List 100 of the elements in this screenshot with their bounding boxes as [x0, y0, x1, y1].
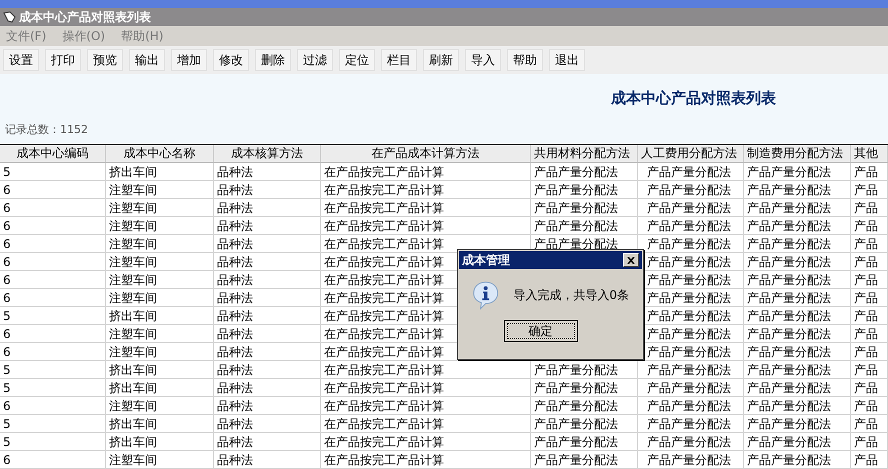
table-cell-text: 产品 — [853, 308, 879, 324]
toolbar-button[interactable]: 修改 — [213, 49, 249, 71]
table-cell-text: 产品产量分配法 — [746, 434, 832, 450]
table-cell-text: 在产品按完工产品计算 — [323, 326, 445, 342]
table-cell-text: 在产品按完工产品计算 — [323, 344, 445, 360]
table-cell-text: 在产品按完工产品计算 — [323, 452, 445, 468]
dialog-title: 成本管理 — [462, 252, 510, 269]
toolbar-button[interactable]: 帮助 — [507, 49, 543, 71]
column-header[interactable]: 共用材料分配方法 — [531, 145, 638, 162]
table-cell-text: 在产品按完工产品计算 — [323, 362, 445, 378]
table-cell-text: 注塑车间 — [108, 344, 158, 360]
table-cell-text: 5 — [2, 308, 12, 324]
table-cell-text: 品种法 — [216, 326, 254, 342]
column-header[interactable]: 成本核算方法 — [214, 145, 321, 162]
table-cell-text: 产品产量分配法 — [746, 290, 832, 306]
close-button[interactable] — [623, 253, 639, 267]
table-cell-text: 在产品按完工产品计算 — [323, 416, 445, 432]
table-cell-text: 产品产量分配法 — [533, 452, 619, 468]
table-cell-text: 6 — [2, 236, 12, 252]
table-cell-text: 产品产量分配法 — [746, 452, 832, 468]
table-cell-text: 注塑车间 — [108, 254, 158, 270]
toolbar-button[interactable]: 预览 — [87, 49, 123, 71]
table-cell-text: 在产品按完工产品计算 — [323, 380, 445, 396]
table-cell-text: 在产品按完工产品计算 — [323, 398, 445, 414]
toolbar-button[interactable]: 删除 — [255, 49, 291, 71]
table-cell-text: 注塑车间 — [108, 236, 158, 252]
table-cell-text: 产品产量分配法 — [746, 398, 832, 414]
table-cell-text: 产品产量分配法 — [746, 164, 832, 180]
table-cell-text: 品种法 — [216, 452, 254, 468]
table-cell-text: 6 — [2, 398, 12, 414]
column-header[interactable]: 成本中心编码 — [0, 145, 106, 162]
toolbar-button[interactable]: 打印 — [45, 49, 81, 71]
toolbar-button[interactable]: 输出 — [129, 49, 165, 71]
table-cell-text: 产品产量分配法 — [646, 362, 732, 378]
toolbar-button[interactable]: 栏目 — [381, 49, 417, 71]
table-cell-text: 产品产量分配法 — [533, 380, 619, 396]
table-cell-text: 产品 — [853, 452, 879, 468]
table-cell-text: 6 — [2, 218, 12, 234]
table-cell-text: 品种法 — [216, 236, 254, 252]
table-cell-text: 6 — [2, 344, 12, 360]
table-cell-text: 产品产量分配法 — [646, 344, 732, 360]
column-header[interactable]: 成本中心名称 — [106, 145, 214, 162]
table-cell-text: 产品产量分配法 — [646, 182, 732, 198]
table-cell-text: 产品产量分配法 — [646, 452, 732, 468]
toolbar-button[interactable]: 导入 — [465, 49, 501, 71]
close-icon — [627, 256, 635, 264]
toolbar-button[interactable]: 设置 — [3, 49, 39, 71]
table-cell-text: 产品产量分配法 — [746, 362, 832, 378]
toolbar-button[interactable]: 退出 — [549, 49, 585, 71]
table-cell-text: 产品产量分配法 — [746, 416, 832, 432]
table-cell-text: 品种法 — [216, 308, 254, 324]
table-cell-text: 产品产量分配法 — [533, 164, 619, 180]
column-header[interactable]: 其他 — [851, 145, 888, 162]
table-cell-text: 挤出车间 — [108, 164, 158, 180]
table-cell-text: 品种法 — [216, 182, 254, 198]
table-cell-text: 品种法 — [216, 272, 254, 288]
table-cell-text: 产品产量分配法 — [646, 200, 732, 216]
table-cell-text: 挤出车间 — [108, 308, 158, 324]
table-cell-text: 产品产量分配法 — [646, 416, 732, 432]
table-cell-text: 产品产量分配法 — [533, 200, 619, 216]
table-cell-text: 6 — [2, 182, 12, 198]
table-cell-text: 在产品按完工产品计算 — [323, 164, 445, 180]
table-cell-text: 6 — [2, 452, 12, 468]
table-cell-text: 5 — [2, 434, 12, 450]
table-cell-text: 产品 — [853, 380, 879, 396]
table-cell-text: 产品产量分配法 — [533, 398, 619, 414]
table-cell-text: 品种法 — [216, 380, 254, 396]
table-cell-text: 产品产量分配法 — [646, 326, 732, 342]
toolbar-button[interactable]: 增加 — [171, 49, 207, 71]
table-cell-text: 品种法 — [216, 434, 254, 450]
table-cell-text: 产品 — [853, 398, 879, 414]
ok-button[interactable]: 确定 — [504, 320, 578, 342]
table-cell-text: 产品产量分配法 — [746, 380, 832, 396]
table-cell-text: 注塑车间 — [108, 200, 158, 216]
table-cell-text: 产品产量分配法 — [746, 326, 832, 342]
table-cell-text: 在产品按完工产品计算 — [323, 308, 445, 324]
table-cell-text: 品种法 — [216, 164, 254, 180]
column-header[interactable]: 人工费用分配方法 — [638, 145, 744, 162]
toolbar-button[interactable]: 刷新 — [423, 49, 459, 71]
table-cell-text: 在产品按完工产品计算 — [323, 200, 445, 216]
table-cell-text: 产品产量分配法 — [746, 308, 832, 324]
toolbar-button[interactable]: 过滤 — [297, 49, 333, 71]
table-cell-text: 6 — [2, 290, 12, 306]
table-cell-text: 产品 — [853, 236, 879, 252]
table-cell-text: 产品产量分配法 — [533, 236, 619, 252]
table-cell-text: 产品产量分配法 — [646, 218, 732, 234]
table-cell-text: 产品产量分配法 — [646, 380, 732, 396]
table-cell-text: 在产品按完工产品计算 — [323, 272, 445, 288]
window-icon — [3, 10, 17, 24]
table-cell-text: 产品 — [853, 290, 879, 306]
table-cell-text: 产品产量分配法 — [746, 236, 832, 252]
table-cell-text: 产品产量分配法 — [646, 164, 732, 180]
column-header[interactable]: 在产品成本计算方法 — [321, 145, 531, 162]
toolbar-button[interactable]: 定位 — [339, 49, 375, 71]
table-cell-text: 品种法 — [216, 290, 254, 306]
table-cell-text: 产品产量分配法 — [533, 218, 619, 234]
table-cell-text: 产品产量分配法 — [746, 272, 832, 288]
table-cell-text: 品种法 — [216, 200, 254, 216]
table-cell-text: 注塑车间 — [108, 182, 158, 198]
column-header[interactable]: 制造费用分配方法 — [744, 145, 851, 162]
